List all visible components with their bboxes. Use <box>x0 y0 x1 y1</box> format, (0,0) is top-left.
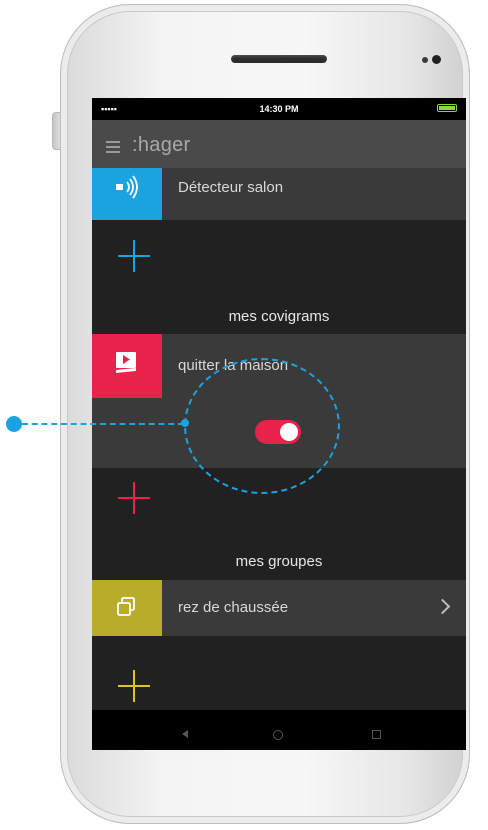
scenario-play-icon <box>116 352 136 373</box>
covigram-tile <box>92 334 162 398</box>
phone-camera <box>432 55 441 64</box>
phone-speaker <box>231 55 327 63</box>
battery-icon <box>437 104 457 112</box>
hamburger-icon[interactable] <box>106 141 120 156</box>
add-covigram-button[interactable] <box>118 482 150 514</box>
groups-section-title: mes groupes <box>235 553 323 570</box>
add-device-button[interactable] <box>118 240 150 272</box>
covigrams-section-title: mes covigrams <box>228 308 330 325</box>
group-label: rez de chaussée <box>178 599 289 616</box>
device-row[interactable]: Détecteur salon <box>92 168 466 220</box>
status-bar: ▪▪▪▪▪ 14:30 PM <box>92 98 466 120</box>
callout-line <box>22 423 184 425</box>
add-group-button[interactable] <box>118 670 150 702</box>
chevron-right-icon[interactable] <box>434 598 451 615</box>
back-icon[interactable] <box>182 730 188 738</box>
device-label: Détecteur salon <box>178 179 284 196</box>
device-tile <box>92 168 162 220</box>
app-bar: :hager <box>92 120 466 168</box>
home-icon[interactable] <box>273 730 283 740</box>
group-tile <box>92 580 162 636</box>
hager-logo: :hager <box>132 134 191 156</box>
recent-apps-icon[interactable] <box>372 730 381 739</box>
group-squares-icon <box>117 597 135 616</box>
callout-dot <box>6 416 22 432</box>
android-nav-bar <box>92 710 466 750</box>
callout-ring <box>184 358 340 494</box>
group-row[interactable]: rez de chaussée <box>92 580 466 636</box>
status-time: 14:30 PM <box>259 104 299 114</box>
phone-sensor <box>422 57 428 63</box>
motion-sensor-icon <box>116 175 138 199</box>
